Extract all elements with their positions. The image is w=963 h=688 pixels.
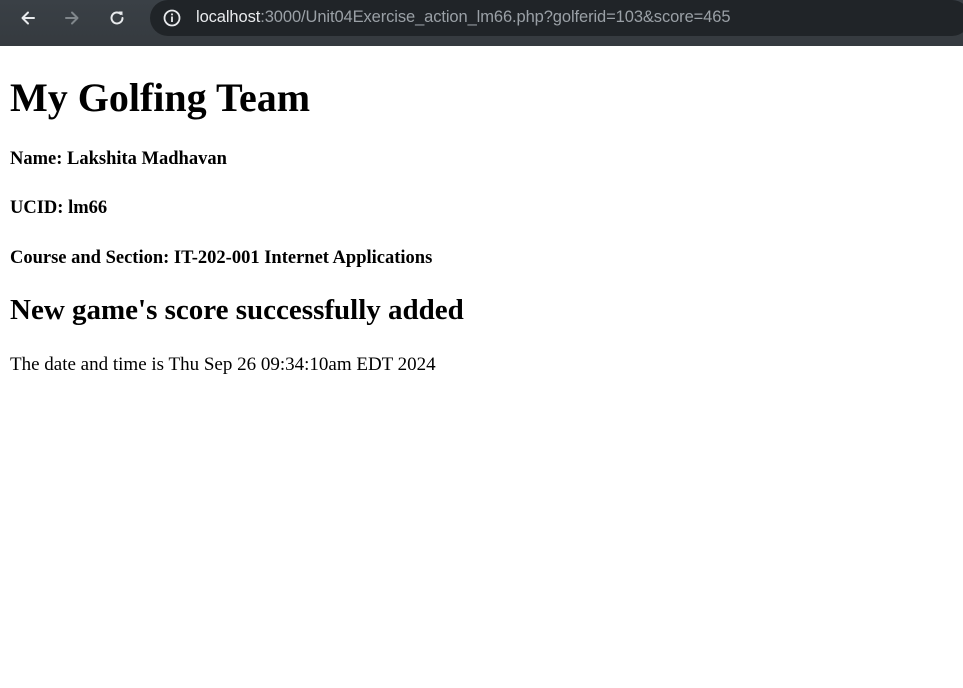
page-title: My Golfing Team: [10, 75, 311, 120]
browser-toolbar: localhost:3000/Unit04Exercise_action_lm6…: [0, 0, 963, 46]
url-text[interactable]: localhost:3000/Unit04Exercise_action_lm6…: [196, 8, 731, 27]
address-bar[interactable]: localhost:3000/Unit04Exercise_action_lm6…: [150, 0, 963, 36]
arrow-left-icon: [21, 11, 35, 25]
name-heading: Name: Lakshita Madhavan: [10, 149, 227, 169]
status-heading: New game's score successfully added: [10, 294, 464, 326]
arrow-right-icon: [65, 11, 79, 25]
datetime-text: The date and time is Thu Sep 26 09:34:10…: [10, 354, 436, 375]
url-path: :3000/Unit04Exercise_action_lm66.php?gol…: [260, 8, 731, 26]
reload-button[interactable]: [103, 4, 131, 32]
back-button[interactable]: [14, 4, 42, 32]
reload-icon: [110, 11, 124, 25]
info-icon[interactable]: [160, 6, 184, 30]
course-heading: Course and Section: IT-202-001 Internet …: [10, 248, 433, 268]
forward-button[interactable]: [58, 4, 86, 32]
url-host: localhost: [196, 8, 261, 26]
ucid-heading: UCID: lm66: [10, 198, 108, 218]
